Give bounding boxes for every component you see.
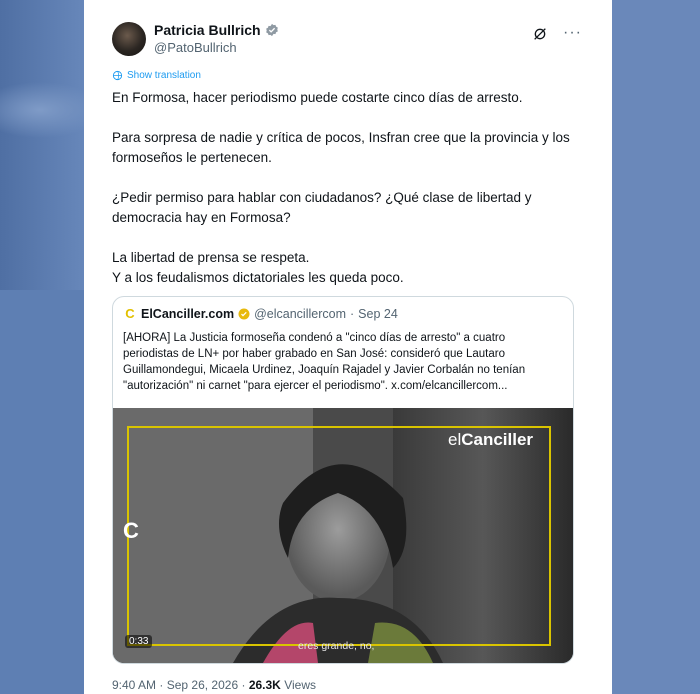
post-text: En Formosa, hacer periodismo puede costa… [112,88,592,288]
post-footer: 9:40 AM · Sep 26, 2026 · 26.3K Views [112,678,316,692]
quoted-post-header: C ElCanciller.com @elcancillercom · Sep … [123,307,398,321]
translate-icon [112,70,123,81]
video-player[interactable]: elCanciller C 0:33 eres grande, no, [113,408,573,663]
quoted-author-handle[interactable]: @elcancillercom [254,307,346,321]
background-panel-left [0,290,84,694]
quoted-avatar[interactable]: C [123,307,137,321]
video-caption: eres grande, no, [298,640,375,652]
gold-verified-icon [238,308,250,320]
post-date[interactable]: Sep 26, 2026 [167,678,238,692]
video-side-logo: C [123,518,139,543]
more-icon[interactable]: ··· [563,24,582,42]
post-card: Patricia Bullrich @PatoBullrich ··· Show… [84,0,612,694]
video-watermark-logo: elCanciller [448,430,534,449]
show-translation-link[interactable]: Show translation [112,70,201,81]
video-duration: 0:33 [125,635,153,648]
author-name[interactable]: Patricia Bullrich [154,22,261,38]
post-line: La libertad de prensa se respeta. [112,250,310,265]
author-name-row: Patricia Bullrich [154,22,279,38]
footer-separator: · [241,678,246,692]
video-overlay-frame [127,426,551,646]
background-panel-right [612,0,700,694]
author-handle[interactable]: @PatoBullrich [154,40,237,55]
avatar[interactable] [112,22,146,56]
post-paragraph: ¿Pedir permiso para hablar con ciudadano… [112,190,532,225]
quoted-text: [AHORA] La Justicia formoseña condenó a … [123,332,526,392]
views-label: Views [284,678,316,692]
quoted-author-name[interactable]: ElCanciller.com [141,307,234,321]
verified-badge-icon [265,23,278,37]
quoted-post[interactable]: C ElCanciller.com @elcancillercom · Sep … [112,296,574,664]
quoted-separator: · [350,307,355,321]
post-paragraph: En Formosa, hacer periodismo puede costa… [112,90,523,105]
post-line: Y a los feudalismos dictatoriales les qu… [112,270,404,285]
show-translation-label: Show translation [127,70,201,81]
post-paragraph: Para sorpresa de nadie y crítica de poco… [112,130,570,165]
footer-separator: · [159,678,164,692]
post-time[interactable]: 9:40 AM [112,678,156,692]
views-count: 26.3K [248,678,281,692]
grok-icon[interactable] [532,26,548,42]
post-header: Patricia Bullrich @PatoBullrich ··· [112,18,592,62]
quoted-date[interactable]: Sep 24 [358,307,398,321]
